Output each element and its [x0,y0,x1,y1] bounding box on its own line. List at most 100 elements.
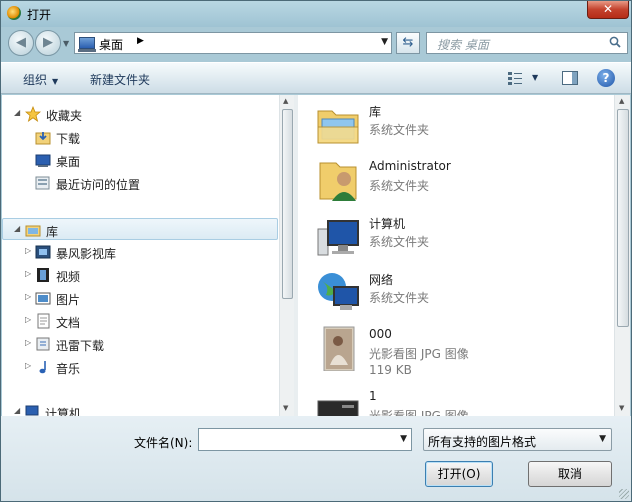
file-item-libraries[interactable]: 库 系统文件夹 [298,97,598,153]
file-item-network[interactable]: 网络 系统文件夹 [298,265,598,321]
nav-label: 文档 [56,316,81,330]
file-type: 系统文件夹 [369,179,430,193]
file-type: 系统文件夹 [369,123,430,137]
desktop-icon [78,37,96,52]
file-list-scroll-thumb[interactable] [617,109,629,327]
nav-item-recent-places[interactable]: 最近访问的位置 [2,172,278,194]
image-thumbnail-icon [323,326,355,371]
search-input[interactable]: 搜索 桌面 [426,32,628,54]
scroll-down-icon[interactable]: ▼ [283,404,288,412]
file-name: 库 [369,105,382,119]
recent-places-icon [35,176,50,190]
desktop-icon [35,154,51,167]
music-library-icon [39,361,46,374]
file-name: 1 [369,389,377,403]
nav-label: 库 [46,225,59,239]
window-title: 打开 [27,8,52,22]
address-bar[interactable]: 桌面 ▶ ▼ [74,32,392,54]
view-options-icon[interactable] [508,71,522,85]
library-icon [25,225,41,237]
nav-item-downloads[interactable]: 下载 [2,126,278,148]
file-item-image-000[interactable]: 000 光影看图 JPG 图像 119 KB [298,321,598,377]
image-thumbnail-icon [317,400,359,416]
recent-pages-dropdown[interactable]: ▼ [63,39,69,48]
nav-pane-scroll-thumb[interactable] [282,109,293,299]
file-type-filter[interactable]: 所有支持的图片格式 ▼ [423,428,612,451]
file-item-image-1[interactable]: 1 光影看图 JPG 图像 [298,383,598,416]
cancel-button[interactable]: 取消 [528,461,612,487]
organize-label[interactable]: 组织 [23,73,47,87]
file-type-filter-value[interactable]: 所有支持的图片格式 [428,433,536,450]
nav-item-libraries[interactable]: ◢ 库 [2,218,278,240]
library-folder-icon [317,110,359,144]
media-library-icon [35,245,51,259]
network-icon [318,273,359,310]
breadcrumb-separator[interactable]: ▶ [137,36,144,46]
scroll-down-icon[interactable]: ▼ [619,404,624,412]
scroll-up-icon[interactable]: ▲ [283,97,288,105]
filename-dropdown-icon[interactable]: ▼ [400,434,407,444]
collapse-arrow-icon[interactable]: ◢ [14,224,20,233]
collapse-arrow-icon[interactable]: ◢ [14,108,20,117]
app-icon [7,6,21,20]
nav-label: 桌面 [56,155,81,169]
file-type: 光影看图 JPG 图像 [369,409,469,416]
preview-pane-icon[interactable] [562,71,578,85]
open-button[interactable]: 打开(O) [425,461,493,487]
view-dropdown-icon[interactable]: ▼ [532,73,538,82]
scroll-up-icon[interactable]: ▲ [619,97,624,105]
expand-arrow-icon[interactable]: ▷ [25,361,31,370]
title-bar: 打开 ✕ [1,1,631,27]
forward-button[interactable]: ▶ [35,30,61,56]
filename-label: 文件名(N): [134,436,193,450]
nav-item-pictures[interactable]: ▷ 图片 [2,287,278,309]
resize-grip[interactable] [619,489,629,499]
computer-icon [25,405,39,416]
documents-library-icon [37,313,50,329]
address-location[interactable]: 桌面 [99,36,123,53]
expand-arrow-icon[interactable]: ▷ [25,246,31,255]
user-folder-icon [319,162,357,201]
file-type: 系统文件夹 [369,235,430,249]
expand-arrow-icon[interactable]: ▷ [25,315,31,324]
chevron-down-icon[interactable]: ▼ [599,434,606,444]
file-item-computer[interactable]: 计算机 系统文件夹 [298,209,598,265]
file-item-administrator[interactable]: Administrator 系统文件夹 [298,153,598,209]
close-button[interactable]: ✕ [587,1,629,19]
nav-label: 计算机 [45,407,82,416]
nav-label: 暴风影视库 [56,247,117,261]
nav-item-music[interactable]: ▷ 音乐 [2,356,278,378]
nav-item-computer[interactable]: ◢ 计算机 [2,401,278,416]
address-dropdown-icon[interactable]: ▼ [381,37,388,47]
nav-item-favorites[interactable]: ◢ 收藏夹 [2,103,278,125]
video-library-icon [37,268,49,282]
search-placeholder: 搜索 桌面 [437,38,489,52]
command-bar: 组织 ▼ 新建文件夹 ▼ ? [1,62,631,94]
collapse-arrow-icon[interactable]: ◢ [14,406,20,415]
filename-field[interactable]: ▼ [198,428,412,451]
nav-item-thunder-downloads[interactable]: ▷ 迅雷下载 [2,333,278,355]
nav-pane-scrollbar[interactable]: ▲ ▼ [279,95,294,416]
file-list: 库 系统文件夹 Administrator 系统文件夹 计算机 系统文件夹 网络… [298,95,614,416]
expand-arrow-icon[interactable]: ▷ [25,269,31,278]
new-folder-button[interactable]: 新建文件夹 [90,71,150,88]
expand-arrow-icon[interactable]: ▷ [25,338,31,347]
back-button[interactable]: ◀ [8,30,34,56]
nav-item-desktop[interactable]: 桌面 [2,149,278,171]
expand-arrow-icon[interactable]: ▷ [25,292,31,301]
file-list-scrollbar[interactable]: ▲ ▼ [614,95,630,416]
download-folder-icon [35,132,51,145]
refresh-button[interactable]: ⇆ [396,32,420,54]
nav-item-documents[interactable]: ▷ 文档 [2,310,278,332]
chevron-down-icon: ▼ [52,77,59,86]
file-type: 光影看图 JPG 图像 [369,347,469,361]
organize-menu[interactable]: 组织 ▼ [23,71,58,88]
nav-item-media-library[interactable]: ▷ 暴风影视库 [2,241,278,263]
nav-label: 下载 [56,132,81,146]
search-icon[interactable] [609,36,621,48]
computer-icon [317,220,359,256]
nav-item-videos[interactable]: ▷ 视频 [2,264,278,286]
dialog-footer: 文件名(N): ▼ 所有支持的图片格式 ▼ 打开(O) 取消 [1,416,631,501]
help-icon[interactable]: ? [597,69,615,87]
thunder-download-icon [36,337,50,351]
